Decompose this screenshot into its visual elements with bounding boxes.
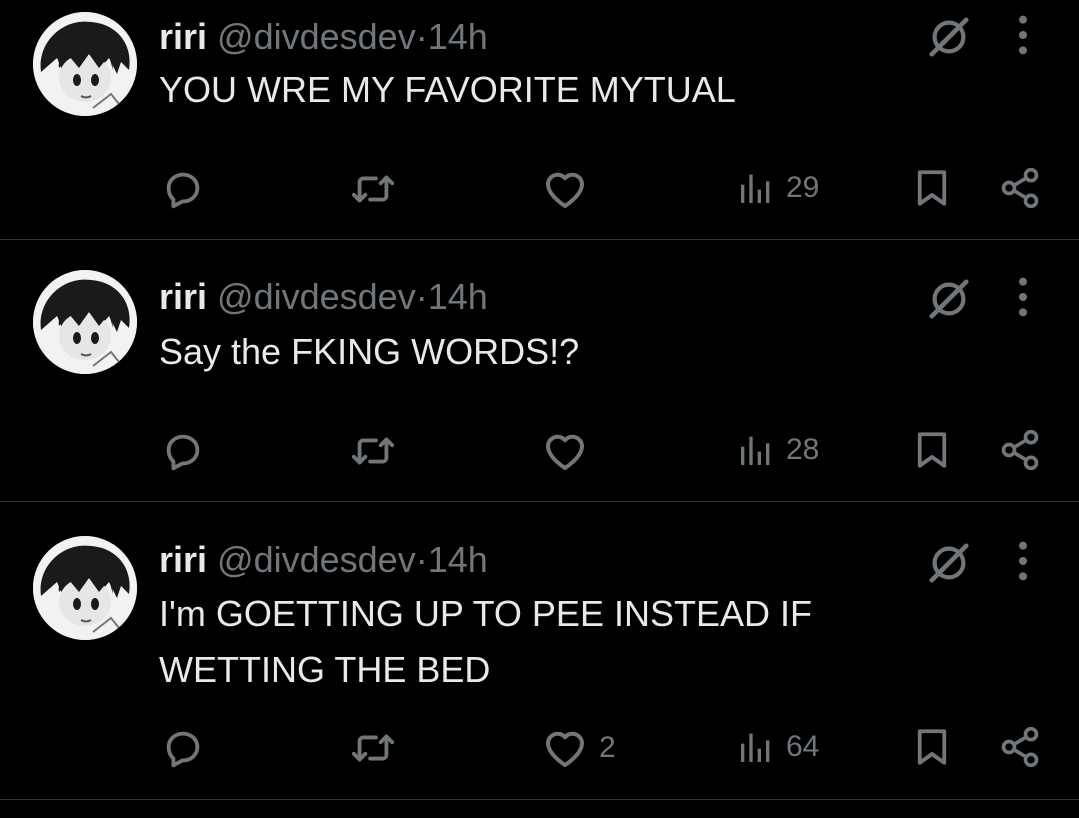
views-button[interactable]: 28	[736, 429, 819, 471]
heart-icon	[541, 724, 589, 772]
share-button[interactable]	[998, 166, 1042, 210]
views-bar-chart-icon	[736, 726, 776, 768]
more-vertical-icon[interactable]	[1008, 12, 1038, 58]
retweet-button[interactable]	[350, 725, 396, 771]
separator-dot: ·	[415, 276, 428, 317]
share-icon	[998, 166, 1042, 210]
bookmark-icon	[911, 725, 953, 769]
like-button[interactable]: 2	[541, 724, 616, 772]
heart-icon	[541, 165, 589, 213]
view-count: 28	[786, 433, 820, 466]
tweet-header: riri @divdesdev·14h	[159, 16, 488, 58]
retweet-icon	[350, 166, 396, 212]
bookmark-button[interactable]	[911, 166, 953, 210]
tweet-header: riri @divdesdev·14h	[159, 276, 488, 318]
user-handle[interactable]: @divdesdev	[217, 276, 416, 317]
share-icon	[998, 725, 1042, 769]
separator-dot: ·	[415, 539, 428, 580]
user-handle[interactable]: @divdesdev	[217, 539, 416, 580]
timestamp[interactable]: 14h	[428, 16, 488, 57]
retweet-button[interactable]	[350, 166, 396, 212]
more-vertical-icon[interactable]	[1008, 274, 1038, 320]
avatar[interactable]	[33, 270, 137, 374]
views-bar-chart-icon	[736, 429, 776, 471]
reply-button[interactable]	[160, 428, 206, 474]
avatar[interactable]	[33, 12, 137, 116]
tweet-text: YOU WRE MY FAVORITE MYTUAL	[159, 69, 736, 110]
share-button[interactable]	[998, 428, 1042, 472]
retweet-icon	[350, 428, 396, 474]
tweet[interactable]: riri @divdesdev·14h Say the FKING WORDS!…	[0, 240, 1079, 502]
avatar[interactable]	[33, 536, 137, 640]
user-handle[interactable]: @divdesdev	[217, 16, 416, 57]
reply-button[interactable]	[160, 725, 206, 771]
view-count: 64	[786, 730, 820, 763]
reply-icon	[160, 428, 206, 474]
display-name[interactable]: riri	[159, 276, 207, 317]
view-count: 29	[786, 171, 820, 204]
tweet-header: riri @divdesdev·14h	[159, 539, 488, 581]
bookmark-icon	[911, 166, 953, 210]
share-icon	[998, 428, 1042, 472]
tweet-text: Say the FKING WORDS!?	[159, 331, 580, 372]
grok-icon[interactable]	[926, 540, 972, 586]
display-name[interactable]: riri	[159, 539, 207, 580]
grok-icon[interactable]	[926, 14, 972, 60]
like-button[interactable]	[541, 165, 599, 213]
grok-icon[interactable]	[926, 276, 972, 322]
bookmark-button[interactable]	[911, 428, 953, 472]
reply-button[interactable]	[160, 166, 206, 212]
retweet-button[interactable]	[350, 428, 396, 474]
share-button[interactable]	[998, 725, 1042, 769]
tweet-text: I'm GOETTING UP TO PEE INSTEAD IF WETTIN…	[159, 593, 812, 690]
views-button[interactable]: 29	[736, 167, 819, 209]
like-count: 2	[599, 731, 616, 764]
views-bar-chart-icon	[736, 167, 776, 209]
retweet-icon	[350, 725, 396, 771]
display-name[interactable]: riri	[159, 16, 207, 57]
reply-icon	[160, 166, 206, 212]
reply-icon	[160, 725, 206, 771]
timestamp[interactable]: 14h	[428, 276, 488, 317]
tweet[interactable]: riri @divdesdev·14h YOU WRE MY FAVORITE …	[0, 0, 1079, 240]
heart-icon	[541, 427, 589, 475]
bookmark-button[interactable]	[911, 725, 953, 769]
bookmark-icon	[911, 428, 953, 472]
views-button[interactable]: 64	[736, 726, 819, 768]
separator-dot: ·	[415, 16, 428, 57]
timestamp[interactable]: 14h	[428, 539, 488, 580]
tweet[interactable]: riri @divdesdev·14h I'm GOETTING UP TO P…	[0, 502, 1079, 800]
more-vertical-icon[interactable]	[1008, 538, 1038, 584]
like-button[interactable]	[541, 427, 599, 475]
